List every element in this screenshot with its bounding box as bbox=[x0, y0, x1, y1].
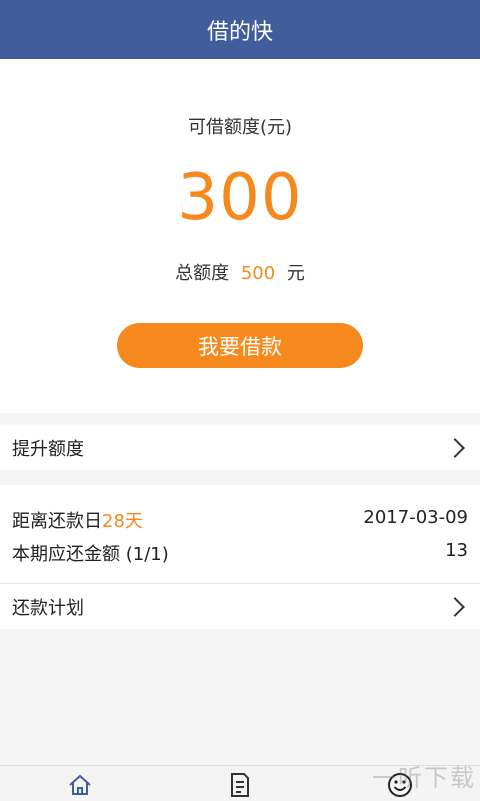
total-quota-value: 500 bbox=[240, 263, 276, 284]
chevron-right-icon bbox=[445, 437, 465, 458]
watermark: 一听下载 bbox=[372, 764, 476, 792]
total-quota-prefix: 总额度 bbox=[175, 263, 230, 284]
raise-limit-label: 提升额度 bbox=[12, 438, 84, 460]
due-days: 28天 bbox=[102, 511, 143, 532]
due-date-line: 距离还款日28天 2017-03-09 bbox=[0, 507, 480, 533]
available-quota-amount: 300 bbox=[177, 161, 303, 235]
repayment-card: 距离还款日28天 2017-03-09 本期应还金额 (1/1) 13 bbox=[0, 485, 480, 583]
total-quota-line: 总额度 500 元 bbox=[0, 259, 480, 285]
nav-home[interactable] bbox=[60, 769, 100, 801]
nav-bill[interactable] bbox=[220, 769, 260, 801]
page-title: 借的快 bbox=[206, 19, 273, 45]
period-amount-line: 本期应还金额 (1/1) 13 bbox=[0, 540, 480, 566]
due-prefix: 距离还款日 bbox=[12, 511, 102, 532]
chevron-right-icon bbox=[445, 596, 465, 617]
home-icon bbox=[69, 774, 91, 795]
quota-card: 可借额度(元) 300 总额度 500 元 我要借款 bbox=[0, 59, 480, 413]
app-header: 借的快 bbox=[0, 0, 480, 59]
total-quota-unit: 元 bbox=[286, 263, 305, 284]
repayment-plan-row[interactable]: 还款计划 bbox=[0, 584, 480, 629]
available-quota-label: 可借额度(元) bbox=[187, 117, 293, 138]
due-date: 2017-03-09 bbox=[363, 507, 468, 528]
due-countdown: 距离还款日28天 bbox=[12, 507, 143, 533]
period-amount: 13 bbox=[445, 540, 468, 561]
repayment-plan-label: 还款计划 bbox=[12, 597, 84, 619]
borrow-button[interactable]: 我要借款 bbox=[117, 323, 363, 368]
period-label: 本期应还金额 (1/1) bbox=[12, 544, 169, 565]
bill-icon bbox=[231, 773, 249, 797]
raise-limit-row[interactable]: 提升额度 bbox=[0, 425, 480, 470]
